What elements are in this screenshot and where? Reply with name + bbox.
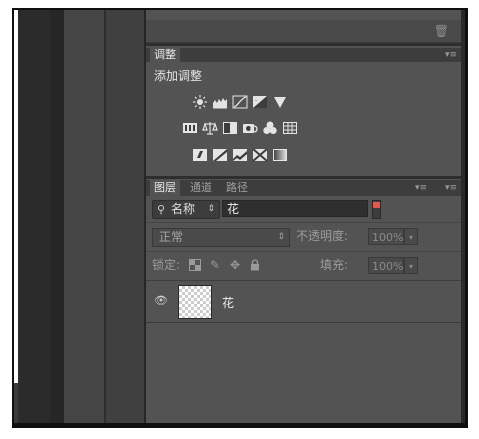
vibrance-icon[interactable] [272, 94, 288, 110]
tab-channels[interactable]: 通道 [186, 180, 216, 196]
gradient-map-icon[interactable] [272, 147, 288, 163]
lock-fill-row: 锁定: ✎ ✥ 填充: 100% ▾ [146, 252, 461, 281]
color-lookup-icon[interactable] [282, 120, 298, 136]
blend-mode-value: 正常 [159, 230, 184, 244]
tab-adjustments[interactable]: 调整 [150, 48, 180, 62]
adjustments-tabbar: 调整 ▾≡ [146, 48, 461, 62]
window-frame: 🗑 调整 ▾≡ 添加调整 - 图层 通道 路径 ▾≡ ▾≡ ⚲ 名称 ⇕ 花 正… [12, 8, 468, 428]
collapse-icon[interactable]: ▾≡ [415, 180, 427, 196]
search-icon: ⚲ [157, 203, 166, 216]
levels-icon[interactable] [212, 94, 228, 110]
dock-strip [18, 10, 50, 423]
panel-dock: 🗑 调整 ▾≡ 添加调整 - 图层 通道 路径 ▾≡ ▾≡ ⚲ 名称 ⇕ 花 正… [146, 10, 461, 423]
trash-icon[interactable]: 🗑 [434, 24, 449, 38]
tab-paths[interactable]: 路径 [222, 180, 252, 196]
opacity-dropdown-button[interactable]: ▾ [404, 228, 418, 245]
photoshop-workspace: 🗑 调整 ▾≡ 添加调整 - 图层 通道 路径 ▾≡ ▾≡ ⚲ 名称 ⇕ 花 正… [14, 10, 465, 423]
updown-arrow-icon: ⇕ [207, 204, 215, 214]
eye-icon[interactable]: 👁 [154, 294, 168, 307]
filter-kind-select[interactable]: ⚲ 名称 ⇕ [152, 200, 220, 219]
adjustment-icons-row-3 [192, 147, 288, 163]
selective-color-icon[interactable] [252, 147, 268, 163]
lock-image-pixels-icon[interactable]: ✎ [208, 258, 222, 272]
fill-dropdown-button[interactable]: ▾ [404, 257, 418, 274]
layer-name-filter-input[interactable]: 花 [222, 200, 368, 217]
filter-toggle-switch[interactable] [372, 200, 381, 219]
adjustment-icons-row-1: - [192, 94, 288, 110]
opacity-label: 不透明度: [296, 229, 349, 243]
layer-name[interactable]: 花 [222, 294, 234, 311]
layers-empty-area [146, 323, 461, 423]
invert-icon[interactable] [192, 147, 208, 163]
panel-separator [146, 176, 461, 179]
opacity-field[interactable]: 100% [368, 228, 404, 245]
fill-field[interactable]: 100% [368, 257, 404, 274]
color-balance-icon[interactable] [202, 120, 218, 136]
dock-strip [50, 10, 64, 423]
tab-layers[interactable]: 图层 [150, 180, 180, 196]
filter-kind-value: 名称 [171, 202, 196, 216]
panel-menu-icon[interactable]: ▾≡ [445, 48, 457, 62]
layer-row[interactable]: 👁 花 [146, 281, 461, 323]
fill-label: 填充: [320, 258, 349, 272]
panel-menu-icon[interactable]: ▾≡ [445, 180, 457, 196]
dock-strip [64, 10, 104, 423]
adjustment-icons-row-2 [182, 120, 298, 136]
panel-separator [146, 43, 461, 46]
layer-filter-row: ⚲ 名称 ⇕ 花 [146, 196, 461, 223]
photo-filter-icon[interactable] [242, 120, 258, 136]
posterize-icon[interactable] [212, 147, 228, 163]
lock-transparent-pixels-icon[interactable] [188, 258, 202, 272]
layer-thumbnail [178, 285, 212, 319]
blend-opacity-row: 正常 ⇕ 不透明度: 100% ▾ [146, 223, 461, 252]
brightness-icon[interactable] [192, 94, 208, 110]
channel-mixer-icon[interactable] [262, 120, 278, 136]
svg-text:-: - [255, 97, 257, 104]
curves-icon[interactable] [232, 94, 248, 110]
exposure-icon[interactable]: - [252, 94, 268, 110]
dock-strip [106, 10, 144, 423]
blend-mode-select[interactable]: 正常 ⇕ [152, 228, 290, 247]
lock-position-icon[interactable]: ✥ [228, 258, 242, 272]
updown-arrow-icon: ⇕ [277, 232, 285, 242]
panel-scrollbar[interactable] [461, 10, 465, 423]
threshold-icon[interactable] [232, 147, 248, 163]
add-adjustment-label: 添加调整 [154, 69, 203, 83]
hue-saturation-icon[interactable] [182, 120, 198, 136]
lock-label: 锁定: [152, 258, 181, 272]
previous-panel-footer: 🗑 [146, 20, 461, 43]
black-white-icon[interactable] [222, 120, 238, 136]
lock-all-icon[interactable] [248, 258, 262, 272]
layers-tabbar: 图层 通道 路径 ▾≡ ▾≡ [146, 180, 461, 196]
